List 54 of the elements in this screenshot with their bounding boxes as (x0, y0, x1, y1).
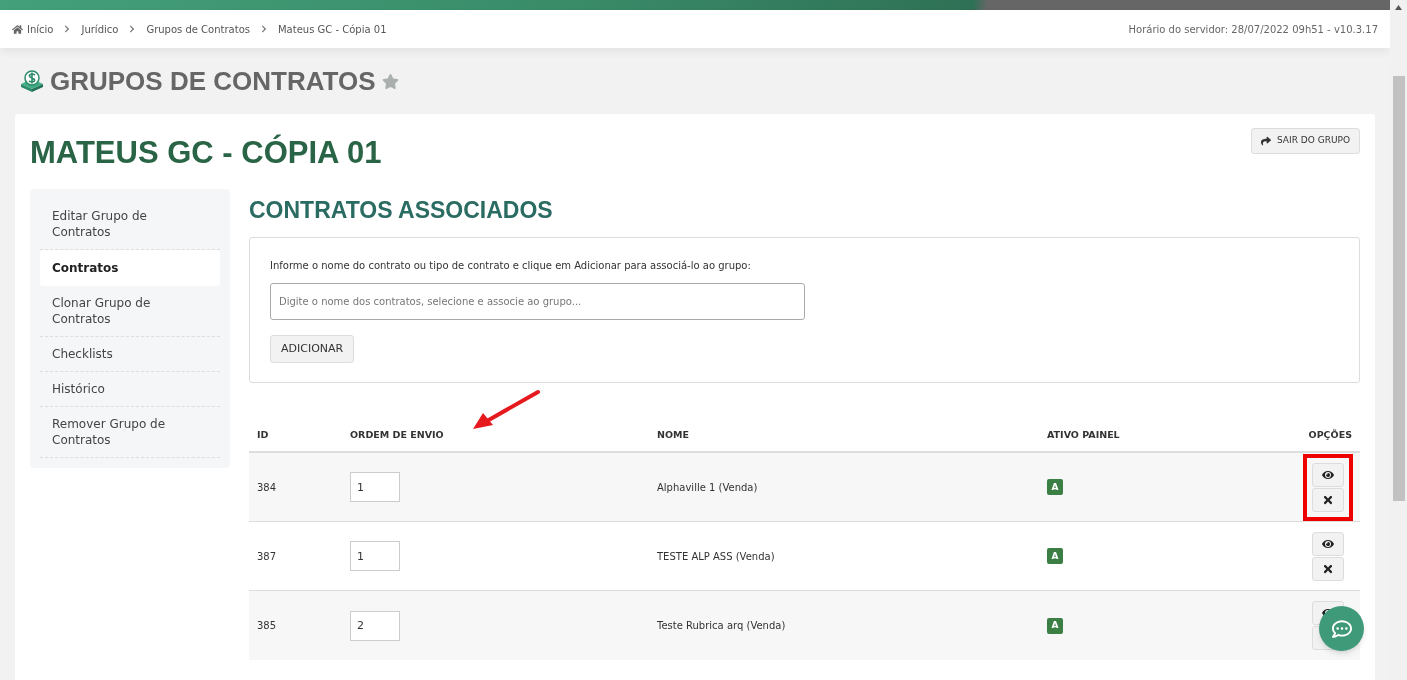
order-field[interactable]: 2 (350, 610, 400, 641)
exit-group-button[interactable]: SAIR DO GRUPO (1251, 128, 1360, 154)
scrollbar-thumb[interactable] (1392, 76, 1405, 501)
breadcrumb-link[interactable]: Início (27, 21, 54, 37)
breadcrumb-link[interactable]: Mateus GC - Cópia 01 (278, 21, 387, 37)
remove-button[interactable] (1312, 487, 1344, 512)
chevron-icon (128, 25, 137, 33)
chevron-icon (260, 25, 268, 33)
server-time: Horário do servidor: 28/07/2022 09h51 - v10.3.17 (1128, 22, 1378, 37)
column-header: OPÇÕES (1307, 427, 1353, 442)
active-badge: A (1047, 548, 1063, 565)
breadcrumb-link[interactable]: Jurídico (81, 21, 119, 37)
sidebar-item[interactable]: Clonar Grupo de Contratos (40, 285, 220, 337)
order-field[interactable]: 1 (350, 472, 400, 502)
eye-icon (1322, 537, 1334, 550)
eye-icon (1322, 468, 1334, 481)
column-header: ID (256, 427, 270, 442)
sidebar-item[interactable]: Histórico (40, 371, 220, 407)
share-arrow-icon (1261, 136, 1271, 146)
active-badge: A (1047, 617, 1063, 634)
contract-search-field[interactable]: Digite o nome dos contratos, selecione e associe ao grupo... (270, 283, 805, 320)
column-header: ORDEM DE ENVIO (349, 427, 445, 442)
add-button[interactable]: ADICIONAR (270, 335, 355, 363)
name-cell-text: TESTE ALP ASS (Venda) (656, 549, 776, 564)
chevron-icon (63, 25, 72, 33)
instructions-text: Informe o nome do contrato ou tipo de contrato e clique em Adicionar para associá-lo ao grupo: (270, 259, 752, 273)
scroll-up-arrow-icon[interactable] (1395, 5, 1402, 10)
section-title: CONTRATOS ASSOCIADOS (249, 195, 554, 225)
home-icon (12, 23, 23, 35)
breadcrumb-link[interactable]: Grupos de Contratos (146, 21, 250, 37)
view-button[interactable] (1312, 531, 1344, 556)
sidebar-item[interactable]: Checklists (40, 336, 220, 372)
column-header: ATIVO PAINEL (1046, 427, 1121, 442)
id-cell-text: 387 (256, 549, 278, 564)
id-cell-text: 384 (256, 480, 278, 495)
star-icon[interactable] (381, 72, 399, 90)
name-cell-text: Alphaville 1 (Venda) (656, 480, 759, 495)
sidebar-item[interactable]: Editar Grupo de Contratos (40, 198, 220, 250)
id-cell-text: 385 (256, 619, 278, 633)
sidebar-item[interactable]: Contratos (40, 249, 220, 286)
column-header: NOME (656, 427, 690, 442)
sidebar-item[interactable]: Remover Grupo de Contratos (40, 406, 220, 458)
money-box-icon (20, 70, 44, 92)
close-icon (1322, 562, 1334, 575)
active-badge: A (1047, 479, 1063, 496)
name-cell-text: Teste Rubrica arq (Venda) (656, 619, 787, 633)
close-icon (1322, 493, 1334, 506)
arrow-annotation (471, 389, 541, 431)
group-title: MATEUS GC - CÓPIA 01 (30, 133, 382, 172)
page-title: GRUPOS DE CONTRATOS (50, 64, 376, 98)
order-field[interactable]: 1 (350, 541, 400, 571)
view-button[interactable] (1312, 462, 1344, 487)
remove-button[interactable] (1312, 556, 1344, 581)
chat-bubble-icon (1331, 618, 1352, 639)
